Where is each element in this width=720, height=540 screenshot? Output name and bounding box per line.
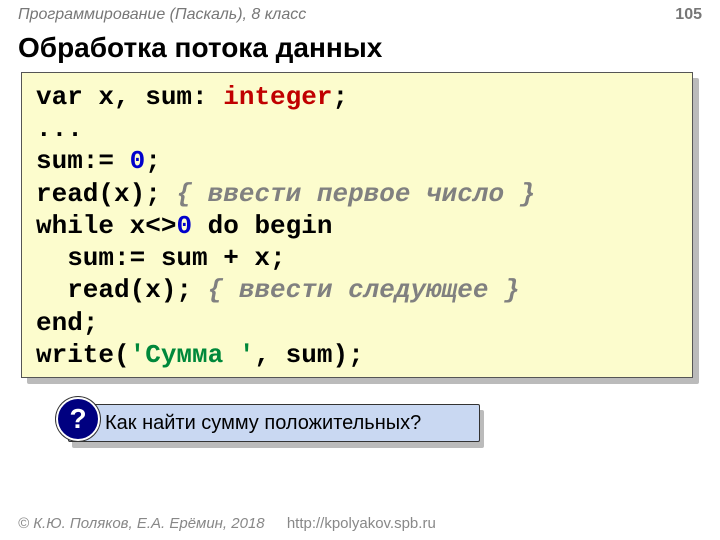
code-text: do begin <box>192 211 332 241</box>
code-text: while x<> <box>36 211 176 241</box>
course-label: Программирование (Паскаль), 8 класс <box>18 6 306 24</box>
code-keyword-type: integer <box>223 82 332 112</box>
code-comment: { ввести первое число } <box>176 179 535 209</box>
page-number: 105 <box>675 6 702 24</box>
question-mark-icon: ? <box>69 403 86 435</box>
question-box: Как найти сумму положительных? <box>68 404 480 442</box>
footer: © К.Ю. Поляков, Е.А. Ерёмин, 2018 http:/… <box>18 515 436 532</box>
code-string: 'Сумма ' <box>130 340 255 370</box>
footer-authors: © К.Ю. Поляков, Е.А. Ерёмин, 2018 <box>18 515 265 532</box>
slide: Программирование (Паскаль), 8 класс 105 … <box>0 0 720 540</box>
page-title: Обработка потока данных <box>18 32 382 64</box>
topbar: Программирование (Паскаль), 8 класс 105 <box>18 6 702 24</box>
code-number: 0 <box>176 211 192 241</box>
code-text: read(x); <box>36 275 208 305</box>
code-text: end; <box>36 308 98 338</box>
question-badge: ? <box>56 397 100 441</box>
code-text: write( <box>36 340 130 370</box>
code-text: read(x); <box>36 179 176 209</box>
code-text: ... <box>36 114 83 144</box>
code-text: ; <box>332 82 348 112</box>
code-text: sum:= <box>36 146 130 176</box>
code-box: var x, sum: integer; ... sum:= 0; read(x… <box>21 72 693 378</box>
code-text: ; <box>145 146 161 176</box>
code-text: , sum); <box>254 340 363 370</box>
footer-url: http://kpolyakov.spb.ru <box>287 515 436 532</box>
question-text: Как найти сумму положительных? <box>105 412 421 435</box>
code-number: 0 <box>130 146 146 176</box>
code-text: var x, sum: <box>36 82 223 112</box>
code-text: sum:= sum + x; <box>36 243 286 273</box>
code-comment: { ввести следующее } <box>208 275 520 305</box>
